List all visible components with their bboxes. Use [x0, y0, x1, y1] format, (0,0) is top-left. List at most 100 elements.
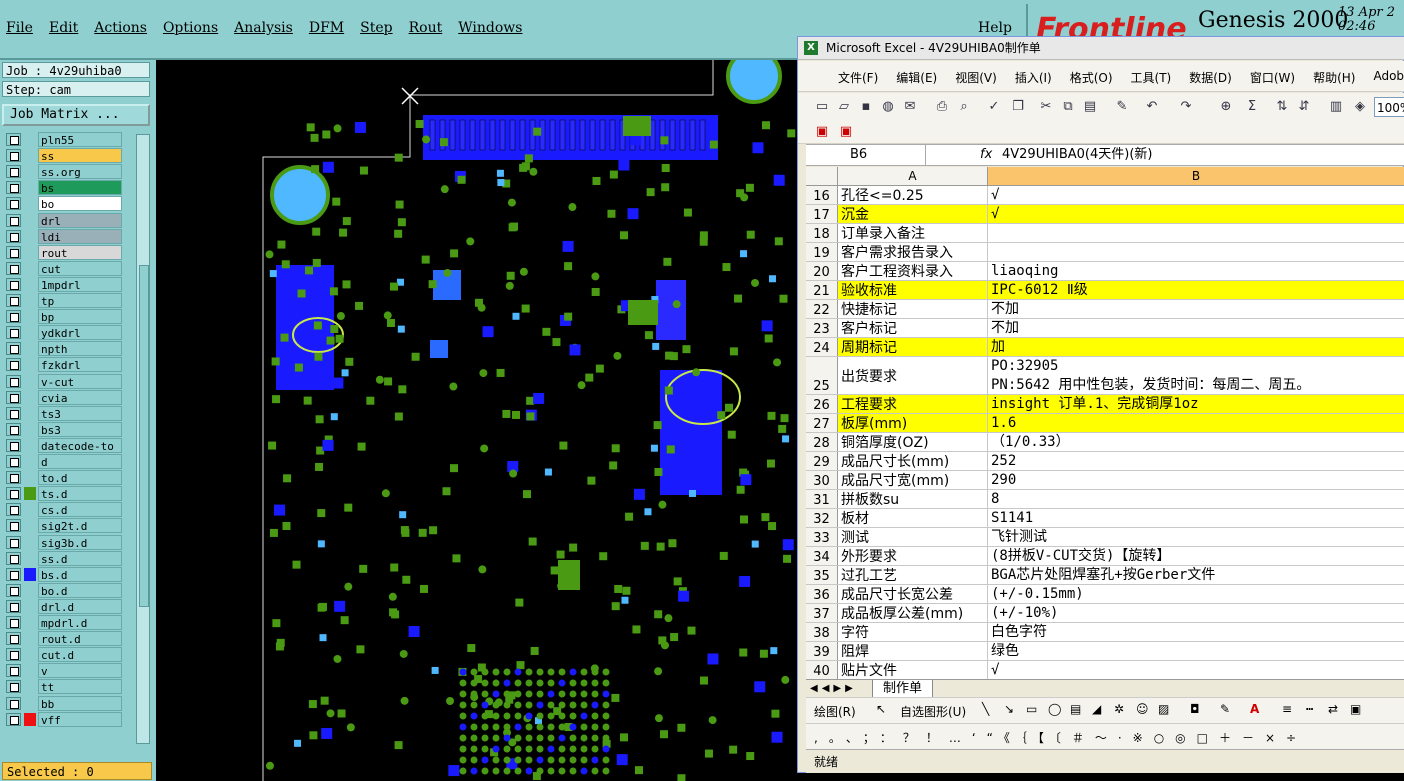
layer-color-swatch[interactable] [24, 487, 36, 501]
layer-name[interactable]: to.d [38, 470, 122, 486]
cell-b[interactable]: 白色字符 [988, 623, 1404, 641]
layer-row-cs.d[interactable]: cs.d [4, 502, 124, 518]
new-icon[interactable]: ▭ [814, 99, 830, 115]
cell-a[interactable]: 验收标准 [838, 281, 988, 299]
row-number[interactable]: 18 [806, 224, 838, 242]
cell-b[interactable]: 290 [988, 471, 1404, 489]
layer-checkbox[interactable] [6, 374, 21, 388]
layer-checkbox[interactable] [6, 664, 21, 678]
pcb-graphics-canvas[interactable] [158, 60, 798, 781]
hyperlink-icon[interactable]: ⊕ [1218, 99, 1234, 115]
arrow-style-icon[interactable]: ⇄ [1328, 702, 1338, 716]
cut-icon[interactable]: ✂ [1038, 99, 1054, 115]
excel-menu-item[interactable]: 视图(V) [955, 69, 997, 86]
layer-row-ydkdrl[interactable]: ydkdrl [4, 325, 124, 341]
layer-name[interactable]: datecode-to [38, 437, 122, 453]
cell-b[interactable]: 8 [988, 490, 1404, 508]
layer-row-fzkdrl[interactable]: fzkdrl [4, 357, 124, 373]
layer-name[interactable]: bs3 [38, 421, 122, 437]
row-number[interactable]: 16 [806, 186, 838, 204]
arrow-icon[interactable]: ↘ [1004, 702, 1014, 716]
cell-a[interactable]: 贴片文件 [838, 661, 988, 679]
spelling-icon[interactable]: ✓ [986, 99, 1002, 115]
layer-checkbox[interactable] [6, 599, 21, 613]
pdf-convert-icon[interactable]: ▣ [814, 124, 830, 140]
email-icon[interactable]: ✉ [902, 99, 918, 115]
layer-name[interactable]: cut [38, 260, 122, 276]
layer-row-npth[interactable]: npth [4, 341, 124, 357]
drawing-icon[interactable]: ◈ [1352, 99, 1368, 115]
shadow-icon[interactable]: ▣ [1350, 702, 1361, 716]
cell-a[interactable]: 客户工程资料录入 [838, 262, 988, 280]
layer-checkbox[interactable] [6, 406, 21, 420]
line-icon[interactable]: ╲ [982, 702, 989, 716]
layer-row-tp[interactable]: tp [4, 293, 124, 308]
cell-a[interactable]: 成品尺寸长宽公差 [838, 585, 988, 603]
layer-row-ss[interactable]: ss [4, 148, 124, 164]
cell-a[interactable]: 板厚(mm) [838, 414, 988, 432]
wordart-icon[interactable]: ◢ [1092, 702, 1101, 716]
layer-name[interactable]: ydkdrl [38, 325, 122, 341]
layer-row-cut[interactable]: cut [4, 260, 124, 276]
cell-a[interactable]: 孔径<=0.25 [838, 186, 988, 204]
layer-name[interactable]: sig2t.d [38, 518, 122, 534]
formula-input[interactable]: 4V29UHIBA0(4天件)(新) [1002, 145, 1152, 165]
cell-a[interactable]: 字符 [838, 623, 988, 641]
layer-checkbox[interactable] [6, 680, 21, 694]
layer-name[interactable]: vff [38, 711, 122, 727]
layer-row-rout[interactable]: rout [4, 244, 124, 260]
layer-scrollbar[interactable] [136, 134, 150, 744]
select-objects-icon[interactable]: ↖ [876, 702, 886, 716]
layer-checkbox[interactable] [6, 648, 21, 662]
genesis-menu-step[interactable]: Step [360, 20, 392, 36]
row-number[interactable]: 24 [806, 338, 838, 356]
layer-checkbox[interactable] [6, 438, 21, 452]
cell-b[interactable]: √ [988, 205, 1404, 223]
genesis-menu-options[interactable]: Options [163, 20, 218, 36]
genesis-menu-analysis[interactable]: Analysis [234, 20, 293, 36]
genesis-menu-actions[interactable]: Actions [94, 20, 147, 36]
line-color-icon[interactable]: ✎ [1220, 702, 1230, 716]
row-number[interactable]: 22 [806, 300, 838, 318]
layer-row-ldi[interactable]: ldi [4, 228, 124, 244]
layer-checkbox[interactable] [6, 422, 21, 436]
layer-checkbox[interactable] [6, 358, 21, 372]
excel-menu-item[interactable]: 文件(F) [838, 69, 878, 86]
layer-color-swatch[interactable] [24, 712, 36, 726]
layer-row-bb[interactable]: bb [4, 695, 124, 711]
layer-name[interactable]: bo.d [38, 582, 122, 598]
cell-b[interactable]: insight 订单.1、完成铜厚1oz [988, 395, 1404, 413]
genesis-menu-edit[interactable]: Edit [49, 20, 78, 36]
layer-name[interactable]: bp [38, 309, 122, 325]
cell-a[interactable]: 成品尺寸宽(mm) [838, 471, 988, 489]
layer-name[interactable]: bs.d [38, 566, 122, 582]
excel-menu-item[interactable]: Adobe PDF [1373, 69, 1404, 86]
row-number[interactable]: 37 [806, 604, 838, 622]
format-painter-icon[interactable]: ✎ [1114, 99, 1130, 115]
line-style-icon[interactable]: ≡ [1282, 702, 1292, 716]
fill-color-icon[interactable]: ◘ [1190, 702, 1200, 716]
cell-a[interactable]: 客户标记 [838, 319, 988, 337]
font-color-icon[interactable]: A [1250, 702, 1259, 716]
permission-icon[interactable]: ◍ [880, 99, 896, 115]
corner-cell[interactable] [806, 167, 838, 185]
row-number[interactable]: 39 [806, 642, 838, 660]
layer-checkbox[interactable] [6, 261, 21, 275]
chart-wizard-icon[interactable]: ▥ [1328, 99, 1344, 115]
layer-name[interactable]: npth [38, 341, 122, 357]
row-number[interactable]: 19 [806, 243, 838, 261]
layer-row-pln55[interactable]: pln55 [4, 132, 124, 147]
cell-a[interactable]: 外形要求 [838, 547, 988, 565]
layer-row-v[interactable]: v [4, 663, 124, 679]
print-icon[interactable]: ⎙ [934, 99, 950, 115]
layer-checkbox[interactable] [6, 277, 21, 291]
column-header-a[interactable]: A [838, 167, 988, 185]
sort-ascending-icon[interactable]: ⇅ [1274, 99, 1290, 115]
layer-name[interactable]: fzkdrl [38, 357, 122, 373]
layer-name[interactable]: drl [38, 212, 122, 228]
cell-b[interactable]: 252 [988, 452, 1404, 470]
print-preview-icon[interactable]: ⌕ [956, 99, 972, 115]
layer-checkbox[interactable] [6, 133, 21, 146]
row-number[interactable]: 32 [806, 509, 838, 527]
cell-a[interactable]: 快捷标记 [838, 300, 988, 318]
